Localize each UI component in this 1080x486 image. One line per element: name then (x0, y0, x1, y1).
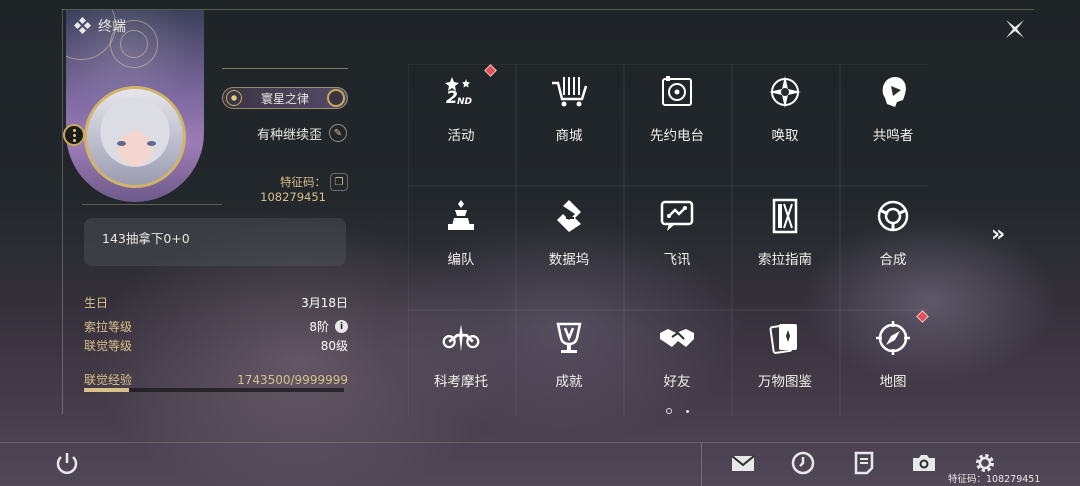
menu-item-radio[interactable]: 先约电台 (627, 72, 727, 182)
union-level-label: 联觉等级 (84, 339, 133, 353)
menu-item-label: 地图 (879, 374, 907, 390)
svg-text:ND: ND (457, 97, 473, 107)
menu-item-synthesis[interactable]: 合成 (843, 196, 943, 306)
menu-item-label: 共鸣者 (872, 128, 914, 144)
badge-star-icon (226, 90, 242, 106)
menu-item-label: 先约电台 (650, 128, 704, 144)
divider (222, 68, 348, 69)
close-icon[interactable] (1003, 17, 1027, 41)
data-dock-icon (557, 200, 581, 232)
menu-item-team[interactable]: 编队 (411, 196, 511, 306)
page-indicator (666, 408, 689, 414)
page-dot[interactable] (686, 409, 689, 413)
copy-icon: ❐ (334, 176, 344, 188)
menu-item-messages[interactable]: 飞讯 (627, 196, 727, 306)
team-icon (448, 200, 474, 230)
page-dot-active[interactable] (666, 408, 672, 414)
username: 有种继续歪 (256, 128, 322, 143)
menu-item-label: 飞讯 (663, 252, 691, 268)
title-badge[interactable]: 寰星之律 (222, 87, 348, 109)
union-exp-row: 联觉经验 1743500/9999999 (84, 371, 348, 388)
menu-item-label: 万物图鉴 (758, 374, 812, 390)
menu-item-shop[interactable]: 商城 (519, 72, 619, 182)
union-level-row: 联觉等级 80级 (84, 337, 348, 354)
menu-item-label: 科考摩托 (434, 374, 488, 390)
power-icon[interactable] (54, 450, 80, 476)
copy-uid-button[interactable]: ❐ (330, 173, 348, 191)
convene-icon (769, 76, 801, 108)
menu-item-convene[interactable]: 唤取 (735, 72, 835, 182)
top-frame-line (62, 9, 1034, 10)
sola-level-row: 索拉等级 8阶 i (84, 318, 348, 335)
sola-level-value: 8阶 (309, 320, 329, 334)
signature-box[interactable]: 143抽拿下0+0 (84, 218, 346, 266)
menu-item-label: 唤取 (771, 128, 799, 144)
synthesis-icon (877, 200, 909, 232)
menu-item-map[interactable]: 地图 (843, 310, 943, 428)
left-frame-line (62, 9, 63, 414)
motorcycle-icon (442, 324, 480, 352)
archive-cards-icon (769, 324, 797, 354)
clock-icon[interactable] (790, 450, 816, 476)
divider (82, 204, 222, 205)
resonator-icon (882, 77, 906, 107)
message-icon (660, 200, 694, 231)
menu-item-label: 编队 (447, 252, 475, 268)
menu-item-label: 索拉指南 (758, 252, 812, 268)
radio-icon (662, 76, 692, 106)
camera-icon[interactable] (911, 450, 937, 476)
page-title: 终端 (98, 19, 126, 35)
menu-item-data-dock[interactable]: 数据坞 (519, 196, 619, 306)
diamond-grid-icon (74, 17, 92, 35)
info-icon[interactable]: i (335, 320, 348, 333)
achievement-icon (556, 322, 582, 353)
menu-item-achievements[interactable]: 成就 (519, 318, 619, 428)
bottom-frame-line (0, 442, 1080, 443)
union-exp-progress-fill (84, 388, 130, 392)
activity-2nd-icon: 2 ND (445, 77, 473, 108)
birthday-value: 3月18日 (301, 296, 348, 310)
birthday-row: 生日 3月18日 (84, 294, 348, 311)
badge-title-text: 寰星之律 (260, 91, 309, 106)
menu-item-activity[interactable]: 2 ND 活动 (411, 64, 511, 182)
menu-item-resonators[interactable]: 共鸣者 (843, 72, 943, 182)
union-exp-progress-bar (84, 388, 344, 392)
uid-label: 特征码：108279451 (260, 175, 326, 204)
menu-item-label: 商城 (555, 128, 583, 144)
union-exp-value: 1743500/9999999 (237, 372, 348, 387)
shop-cart-icon (552, 77, 588, 107)
next-page-button[interactable]: » (991, 222, 1005, 247)
more-options-button[interactable] (63, 124, 85, 146)
menu-item-label: 活动 (447, 128, 475, 144)
edit-name-button[interactable]: ✎ (329, 124, 347, 142)
terminal-title: 终端 (74, 16, 126, 36)
friends-icon (660, 329, 694, 347)
signature-text: 143抽拿下0+0 (102, 231, 190, 246)
mail-icon[interactable] (730, 450, 756, 476)
badge-ring-icon (327, 89, 345, 107)
birthday-label: 生日 (84, 296, 109, 310)
pencil-icon: ✎ (333, 127, 343, 139)
divider (701, 443, 702, 486)
sola-level-label: 索拉等级 (84, 320, 133, 334)
menu-item-motorcycle[interactable]: 科考摩托 (411, 318, 511, 428)
notes-icon[interactable] (851, 450, 877, 476)
menu-item-label: 合成 (879, 252, 907, 268)
menu-item-label: 数据坞 (548, 252, 590, 268)
union-exp-label: 联觉经验 (84, 373, 133, 387)
menu-item-archive[interactable]: 万物图鉴 (735, 318, 835, 428)
menu-item-label: 成就 (555, 374, 583, 390)
avatar[interactable] (84, 86, 186, 188)
menu-item-label: 好友 (663, 374, 691, 390)
guidebook-icon (772, 198, 798, 234)
footer-uid-label: 特征码：108279451 (948, 474, 1041, 485)
menu-item-guidebook[interactable]: 索拉指南 (735, 196, 835, 306)
union-level-value: 80级 (320, 339, 348, 353)
map-compass-icon (876, 321, 910, 355)
